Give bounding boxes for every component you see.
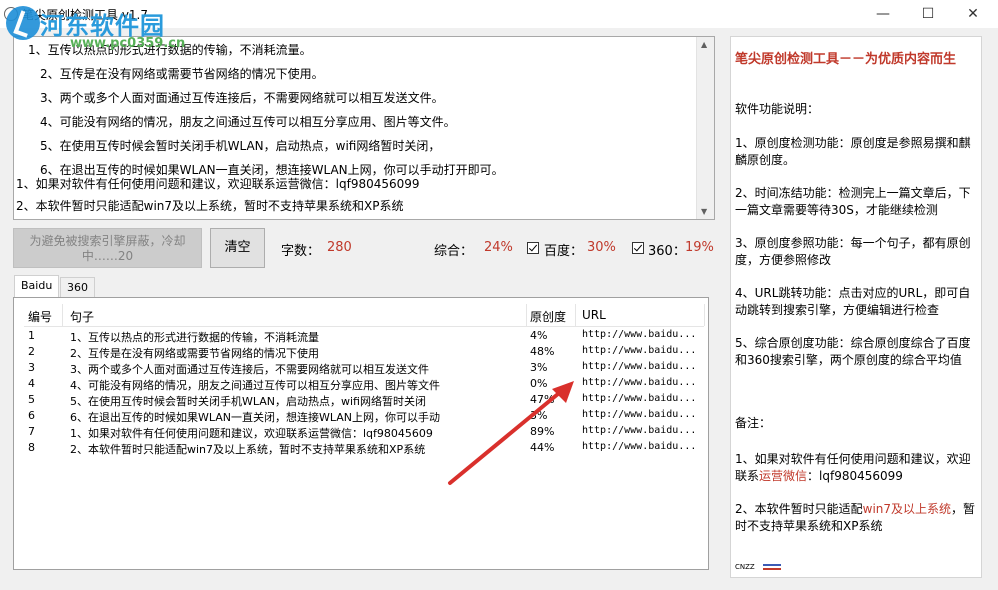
cell-sentence: 1、如果对软件有任何使用问题和建议，欢迎联系运营微信：lqf98045609 bbox=[70, 427, 433, 440]
cell-no: 7 bbox=[28, 425, 35, 438]
notes-heading: 备注： bbox=[735, 416, 772, 430]
table-row[interactable]: 6 6、在退出互传的时候如果WLAN一直关闭，想连接WLAN上网，你可以手动 3… bbox=[24, 408, 704, 424]
cell-no: 2 bbox=[28, 345, 35, 358]
feature-item: 2、时间冻结功能：检测完上一篇文章后，下一篇文章需要等待30S，才能继续检测 bbox=[735, 186, 971, 217]
s360-value: 19% bbox=[685, 240, 714, 255]
info-scrollbar[interactable]: ▲ ▼ bbox=[696, 37, 714, 219]
overall-label: 综合： bbox=[434, 244, 474, 259]
footer-logo: CNZZ bbox=[735, 563, 783, 573]
watermark-logo-icon bbox=[6, 6, 40, 40]
cell-no: 3 bbox=[28, 361, 35, 374]
table-header: 编号 句子 原创度 URL bbox=[24, 304, 705, 327]
table-row[interactable]: 2 2、互传是在没有网络或需要节省网络的情况下使用 48% http://www… bbox=[24, 344, 704, 360]
cell-url[interactable]: http://www.baidu... bbox=[582, 377, 696, 388]
cell-sentence: 2、本软件暂时只能适配win7及以上系统，暂时不支持苹果系统和XP系统 bbox=[70, 443, 426, 456]
cell-sentence: 2、互传是在没有网络或需要节省网络的情况下使用 bbox=[70, 347, 319, 360]
cell-url[interactable]: http://www.baidu... bbox=[582, 345, 696, 356]
feature-item: 3、原创度参照功能：每一个句子，都有原创度，方便参照修改 bbox=[735, 236, 971, 267]
cell-url[interactable]: http://www.baidu... bbox=[582, 425, 696, 436]
cell-sentence: 4、可能没有网络的情况，朋友之间通过互传可以相互分享应用、图片等文件 bbox=[70, 379, 440, 392]
close-button[interactable]: ✕ bbox=[958, 4, 988, 24]
col-header-no[interactable]: 编号 bbox=[28, 308, 52, 325]
baidu-checkbox[interactable] bbox=[527, 242, 539, 254]
feature-item: 1、原创度检测功能：原创度是参照易撰和麒麟原创度。 bbox=[735, 136, 971, 167]
maximize-button[interactable]: ☐ bbox=[913, 4, 943, 24]
help-panel: 笔尖原创检测工具－－为优质内容而生 软件功能说明： 1、原创度检测功能：原创度是… bbox=[730, 36, 982, 578]
watermark-url: www.pc0359.cn bbox=[70, 36, 186, 51]
cell-orig: 4% bbox=[530, 329, 548, 342]
note-item: 2、本软件暂时只能适配win7及以上系统，暂时不支持苹果系统和XP系统 bbox=[735, 501, 979, 535]
cell-no: 4 bbox=[28, 377, 35, 390]
footer-logo-text: CNZZ bbox=[735, 563, 755, 571]
cell-url[interactable]: http://www.baidu... bbox=[582, 409, 696, 420]
cell-url[interactable]: http://www.baidu... bbox=[582, 441, 696, 452]
baidu-value: 30% bbox=[587, 240, 616, 255]
cell-sentence: 6、在退出互传的时候如果WLAN一直关闭，想连接WLAN上网，你可以手动 bbox=[70, 411, 441, 424]
cell-orig: 48% bbox=[530, 345, 555, 358]
col-header-url[interactable]: URL bbox=[582, 308, 606, 322]
detect-button[interactable]: 为避免被搜索引擎屏蔽，冷却中……20 bbox=[13, 228, 202, 268]
feature-item: 4、URL跳转功能：点击对应的URL，即可自动跳转到搜索引擎，方便编辑进行检查 bbox=[735, 286, 971, 317]
scroll-down-icon[interactable]: ▼ bbox=[701, 207, 707, 216]
info-line: 2、互传是在没有网络或需要节省网络的情况下使用。 bbox=[40, 67, 324, 81]
cell-no: 6 bbox=[28, 409, 35, 422]
cell-url[interactable]: http://www.baidu... bbox=[582, 329, 696, 340]
scroll-up-icon[interactable]: ▲ bbox=[701, 40, 707, 49]
cell-no: 5 bbox=[28, 393, 35, 406]
info-line: 3、两个或多个人面对面通过互传连接后，不需要网络就可以相互发送文件。 bbox=[40, 91, 444, 105]
result-table: 编号 句子 原创度 URL 1 1、互传以热点的形式进行数据的传输，不消耗流量 … bbox=[13, 297, 709, 570]
table-row[interactable]: 8 2、本软件暂时只能适配win7及以上系统，暂时不支持苹果系统和XP系统 44… bbox=[24, 440, 704, 456]
cell-url[interactable]: http://www.baidu... bbox=[582, 361, 696, 372]
char-count-value: 280 bbox=[327, 240, 352, 255]
table-row[interactable]: 1 1、互传以热点的形式进行数据的传输，不消耗流量 4% http://www.… bbox=[24, 328, 704, 344]
info-line: 1、如果对软件有任何使用问题和建议，欢迎联系运营微信：lqf980456099 bbox=[16, 177, 420, 191]
col-header-sentence[interactable]: 句子 bbox=[70, 308, 94, 325]
table-row[interactable]: 3 3、两个或多个人面对面通过互传连接后，不需要网络就可以相互发送文件 3% h… bbox=[24, 360, 704, 376]
cell-orig: 3% bbox=[530, 361, 548, 374]
help-title: 笔尖原创检测工具－－为优质内容而生 bbox=[735, 52, 957, 67]
note-highlight: win7及以上系统 bbox=[862, 502, 952, 516]
minimize-button[interactable]: — bbox=[868, 4, 898, 24]
table-row[interactable]: 5 5、在使用互传时候会暂时关闭手机WLAN，启动热点，wifi网络暂时关闭 4… bbox=[24, 392, 704, 408]
overall-value: 24% bbox=[484, 240, 513, 255]
cell-no: 1 bbox=[28, 329, 35, 342]
tab-360[interactable]: 360 bbox=[60, 277, 95, 297]
annotation-arrow-icon bbox=[448, 381, 574, 485]
info-line: 2、本软件暂时只能适配win7及以上系统，暂时不支持苹果系统和XP系统 bbox=[16, 199, 404, 213]
s360-label: 360： bbox=[648, 244, 686, 259]
note-item: 1、如果对软件有任何使用问题和建议，欢迎联系运营微信：lqf980456099 bbox=[735, 451, 979, 485]
note-highlight: 运营微信 bbox=[759, 469, 808, 483]
col-header-orig[interactable]: 原创度 bbox=[530, 308, 566, 325]
info-line: 4、可能没有网络的情况，朋友之间通过互传可以相互分享应用、图片等文件。 bbox=[40, 115, 456, 129]
clear-button[interactable]: 清空 bbox=[210, 228, 265, 268]
cell-sentence: 3、两个或多个人面对面通过互传连接后，不需要网络就可以相互发送文件 bbox=[70, 363, 429, 376]
feature-item: 5、综合原创度功能：综合原创度综合了百度和360搜索引擎，两个原创度的综合平均值 bbox=[735, 336, 971, 367]
table-row[interactable]: 4 4、可能没有网络的情况，朋友之间通过互传可以相互分享应用、图片等文件 0% … bbox=[24, 376, 704, 392]
note-text: 2、本软件暂时只能适配 bbox=[735, 502, 863, 516]
cell-url[interactable]: http://www.baidu... bbox=[582, 393, 696, 404]
cell-no: 8 bbox=[28, 441, 35, 454]
baidu-label: 百度： bbox=[544, 244, 584, 259]
cell-sentence: 1、互传以热点的形式进行数据的传输，不消耗流量 bbox=[70, 331, 319, 344]
info-line: 5、在使用互传时候会暂时关闭手机WLAN，启动热点，wifi网络暂时关闭， bbox=[40, 139, 441, 153]
tab-baidu[interactable]: Baidu bbox=[14, 275, 60, 299]
features-heading: 软件功能说明： bbox=[735, 102, 820, 116]
s360-checkbox[interactable] bbox=[632, 242, 644, 254]
info-textarea[interactable]: 1、互传以热点的形式进行数据的传输，不消耗流量。 2、互传是在没有网络或需要节省… bbox=[13, 36, 715, 220]
note-text: ：lqf980456099 bbox=[807, 469, 903, 483]
table-row[interactable]: 7 1、如果对软件有任何使用问题和建议，欢迎联系运营微信：lqf98045609… bbox=[24, 424, 704, 440]
cell-sentence: 5、在使用互传时候会暂时关闭手机WLAN，启动热点，wifi网络暂时关闭 bbox=[70, 395, 426, 408]
char-count-label: 字数： bbox=[281, 244, 321, 259]
